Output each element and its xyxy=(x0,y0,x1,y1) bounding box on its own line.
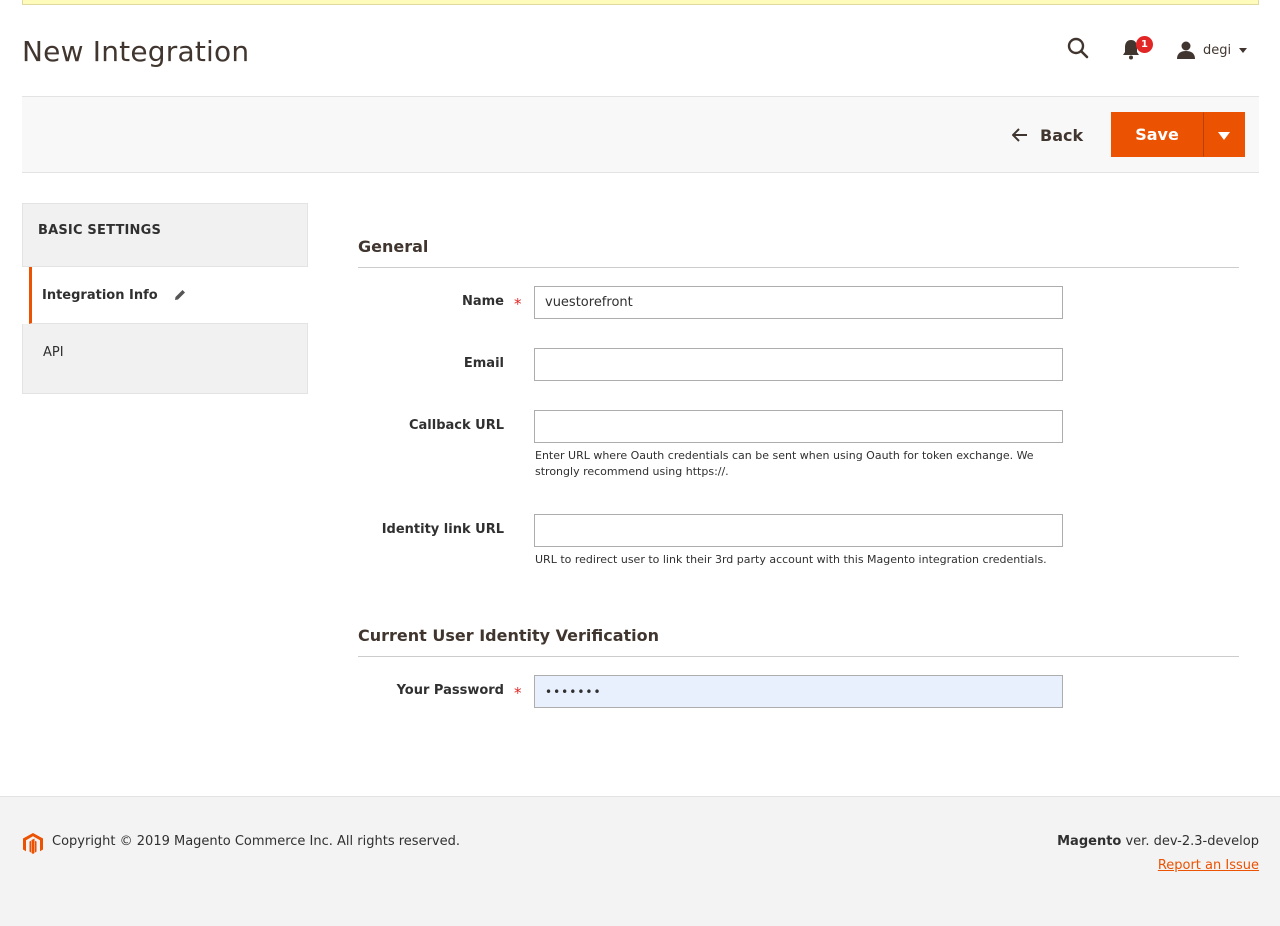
page-actions-bar: Back Save xyxy=(22,96,1259,173)
save-button[interactable]: Save xyxy=(1111,112,1203,157)
pencil-icon xyxy=(174,290,185,300)
callback-url-note: Enter URL where Oauth credentials can be… xyxy=(535,449,1034,478)
divider xyxy=(358,267,1239,268)
version-text: ver. dev-2.3-develop xyxy=(1121,834,1259,849)
back-label: Back xyxy=(1040,125,1084,145)
tab-integration-info[interactable]: Integration Info xyxy=(29,267,308,324)
callback-url-label: Callback URL xyxy=(408,418,504,433)
arrow-left-icon xyxy=(1012,128,1027,142)
email-label: Email xyxy=(463,356,504,371)
tab-label: API xyxy=(43,345,64,360)
magento-logo-icon xyxy=(23,833,43,854)
save-options-toggle[interactable] xyxy=(1203,112,1245,157)
copyright-text: Copyright © 2019 Magento Commerce Inc. A… xyxy=(52,834,460,849)
tab-api[interactable]: API xyxy=(22,324,308,394)
footer: Copyright © 2019 Magento Commerce Inc. A… xyxy=(0,796,1280,926)
search-button[interactable] xyxy=(1066,36,1092,62)
sidebar-heading: BASIC SETTINGS xyxy=(22,203,308,267)
user-name: degi xyxy=(1203,42,1232,58)
required-mark: * xyxy=(514,295,522,313)
chevron-down-icon xyxy=(1239,47,1248,53)
save-split-button: Save xyxy=(1111,112,1245,157)
page-title: New Integration xyxy=(22,35,250,68)
section-title-general: General xyxy=(358,237,429,256)
search-icon xyxy=(1067,37,1089,59)
divider xyxy=(358,656,1239,657)
header-actions: 1 degi xyxy=(1060,34,1260,66)
message-strip xyxy=(22,0,1259,5)
password-field[interactable] xyxy=(534,675,1063,708)
tab-label: Integration Info xyxy=(42,287,158,303)
name-field[interactable] xyxy=(534,286,1063,319)
identity-link-url-field[interactable] xyxy=(534,514,1063,547)
brand-name: Magento xyxy=(1057,834,1122,849)
email-field[interactable] xyxy=(534,348,1063,381)
notification-count-badge[interactable]: 1 xyxy=(1136,36,1153,53)
user-account-button[interactable]: degi xyxy=(1176,38,1248,62)
sidebar: BASIC SETTINGS Integration Info API xyxy=(22,203,308,394)
identity-link-url-label: Identity link URL xyxy=(381,522,504,537)
back-button[interactable]: Back xyxy=(1012,122,1083,148)
user-icon xyxy=(1177,41,1195,59)
callback-url-field[interactable] xyxy=(534,410,1063,443)
chevron-down-icon xyxy=(1218,132,1230,140)
identity-link-url-note: URL to redirect user to link their 3rd p… xyxy=(535,553,1047,566)
report-issue-link[interactable]: Report an Issue xyxy=(1158,858,1259,873)
section-title-verification: Current User Identity Verification xyxy=(358,626,660,645)
version-info: Magento ver. dev-2.3-develop xyxy=(1057,834,1259,849)
password-label: Your Password xyxy=(396,683,504,698)
required-mark: * xyxy=(514,684,522,702)
name-label: Name xyxy=(461,294,504,309)
